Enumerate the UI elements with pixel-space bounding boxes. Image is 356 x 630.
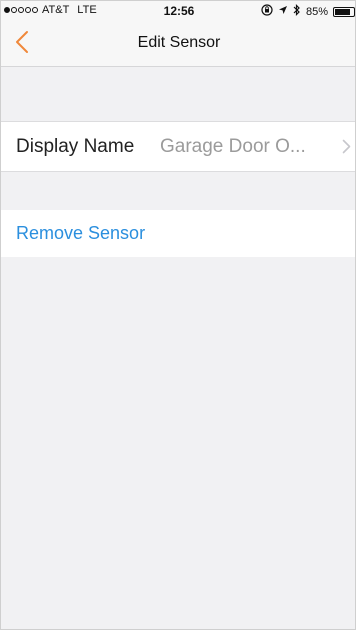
remove-sensor-button[interactable]: Remove Sensor xyxy=(1,210,355,257)
status-right: 85% xyxy=(261,4,355,19)
screen: AT&T LTE 12:56 85% Edit Sensor Display N… xyxy=(0,0,356,630)
battery-percent: 85% xyxy=(305,5,328,18)
navigation-bar: Edit Sensor xyxy=(1,21,355,67)
display-name-label: Display Name xyxy=(16,136,135,157)
battery-level-fill xyxy=(335,8,351,15)
status-bar: AT&T LTE 12:56 85% xyxy=(1,1,355,21)
location-arrow-icon xyxy=(278,5,288,18)
chevron-right-icon xyxy=(342,139,351,159)
bluetooth-icon xyxy=(293,4,301,19)
remove-sensor-label: Remove Sensor xyxy=(16,223,146,243)
display-name-row[interactable]: Display Name Garage Door O... xyxy=(1,121,355,172)
display-name-value: Garage Door O... xyxy=(160,136,306,157)
page-title: Edit Sensor xyxy=(137,34,221,51)
rotation-lock-icon xyxy=(261,4,273,19)
battery-icon xyxy=(333,6,355,17)
